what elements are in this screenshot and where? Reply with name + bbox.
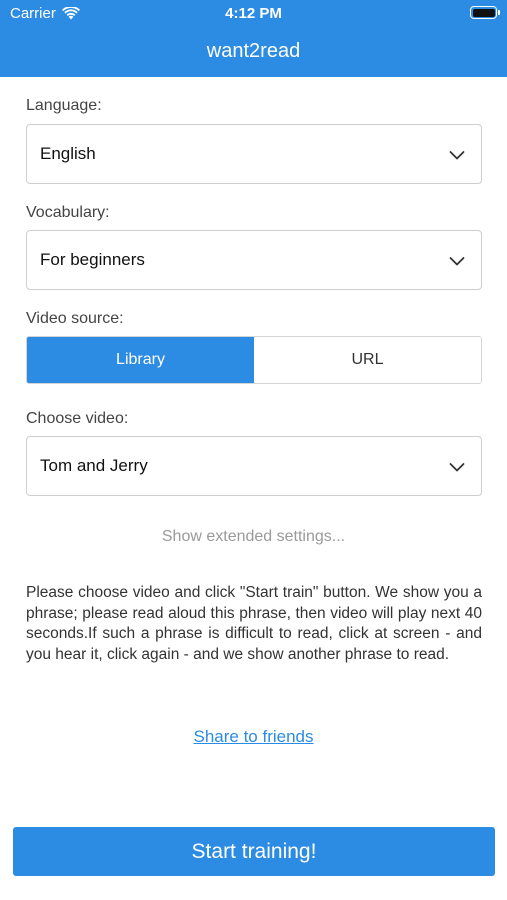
instructions-text: Please choose video and click "Start tra…: [26, 584, 482, 663]
chevron-down-icon: [449, 257, 465, 266]
choose-video-select[interactable]: Tom and Jerry: [26, 436, 482, 496]
app-header: Carrier 4:12 PM want2read: [0, 0, 507, 77]
vocabulary-label: Vocabulary:: [26, 204, 110, 221]
status-bar: Carrier 4:12 PM: [0, 0, 507, 28]
chevron-down-icon: [449, 151, 465, 160]
language-value: English: [40, 144, 96, 163]
vocabulary-select[interactable]: For beginners: [26, 230, 482, 290]
language-select[interactable]: English: [26, 124, 482, 184]
status-time: 4:12 PM: [225, 5, 282, 22]
video-source-label: Video source:: [26, 310, 124, 327]
vocabulary-value: For beginners: [40, 250, 145, 269]
start-training-button[interactable]: Start training!: [13, 827, 495, 876]
status-right: [470, 6, 500, 19]
app-title: want2read: [206, 40, 301, 62]
share-to-friends-link[interactable]: Share to friends: [0, 727, 507, 747]
choose-video-value: Tom and Jerry: [40, 456, 148, 475]
video-source-segmented-control: Library URL: [26, 336, 482, 384]
segment-url[interactable]: URL: [254, 337, 481, 383]
choose-video-label: Choose video:: [26, 410, 129, 427]
chevron-down-icon: [449, 463, 465, 472]
segment-library[interactable]: Library: [27, 337, 254, 383]
language-label: Language:: [26, 97, 102, 114]
battery-icon: [470, 6, 500, 19]
show-extended-settings-link[interactable]: Show extended settings...: [0, 528, 507, 546]
